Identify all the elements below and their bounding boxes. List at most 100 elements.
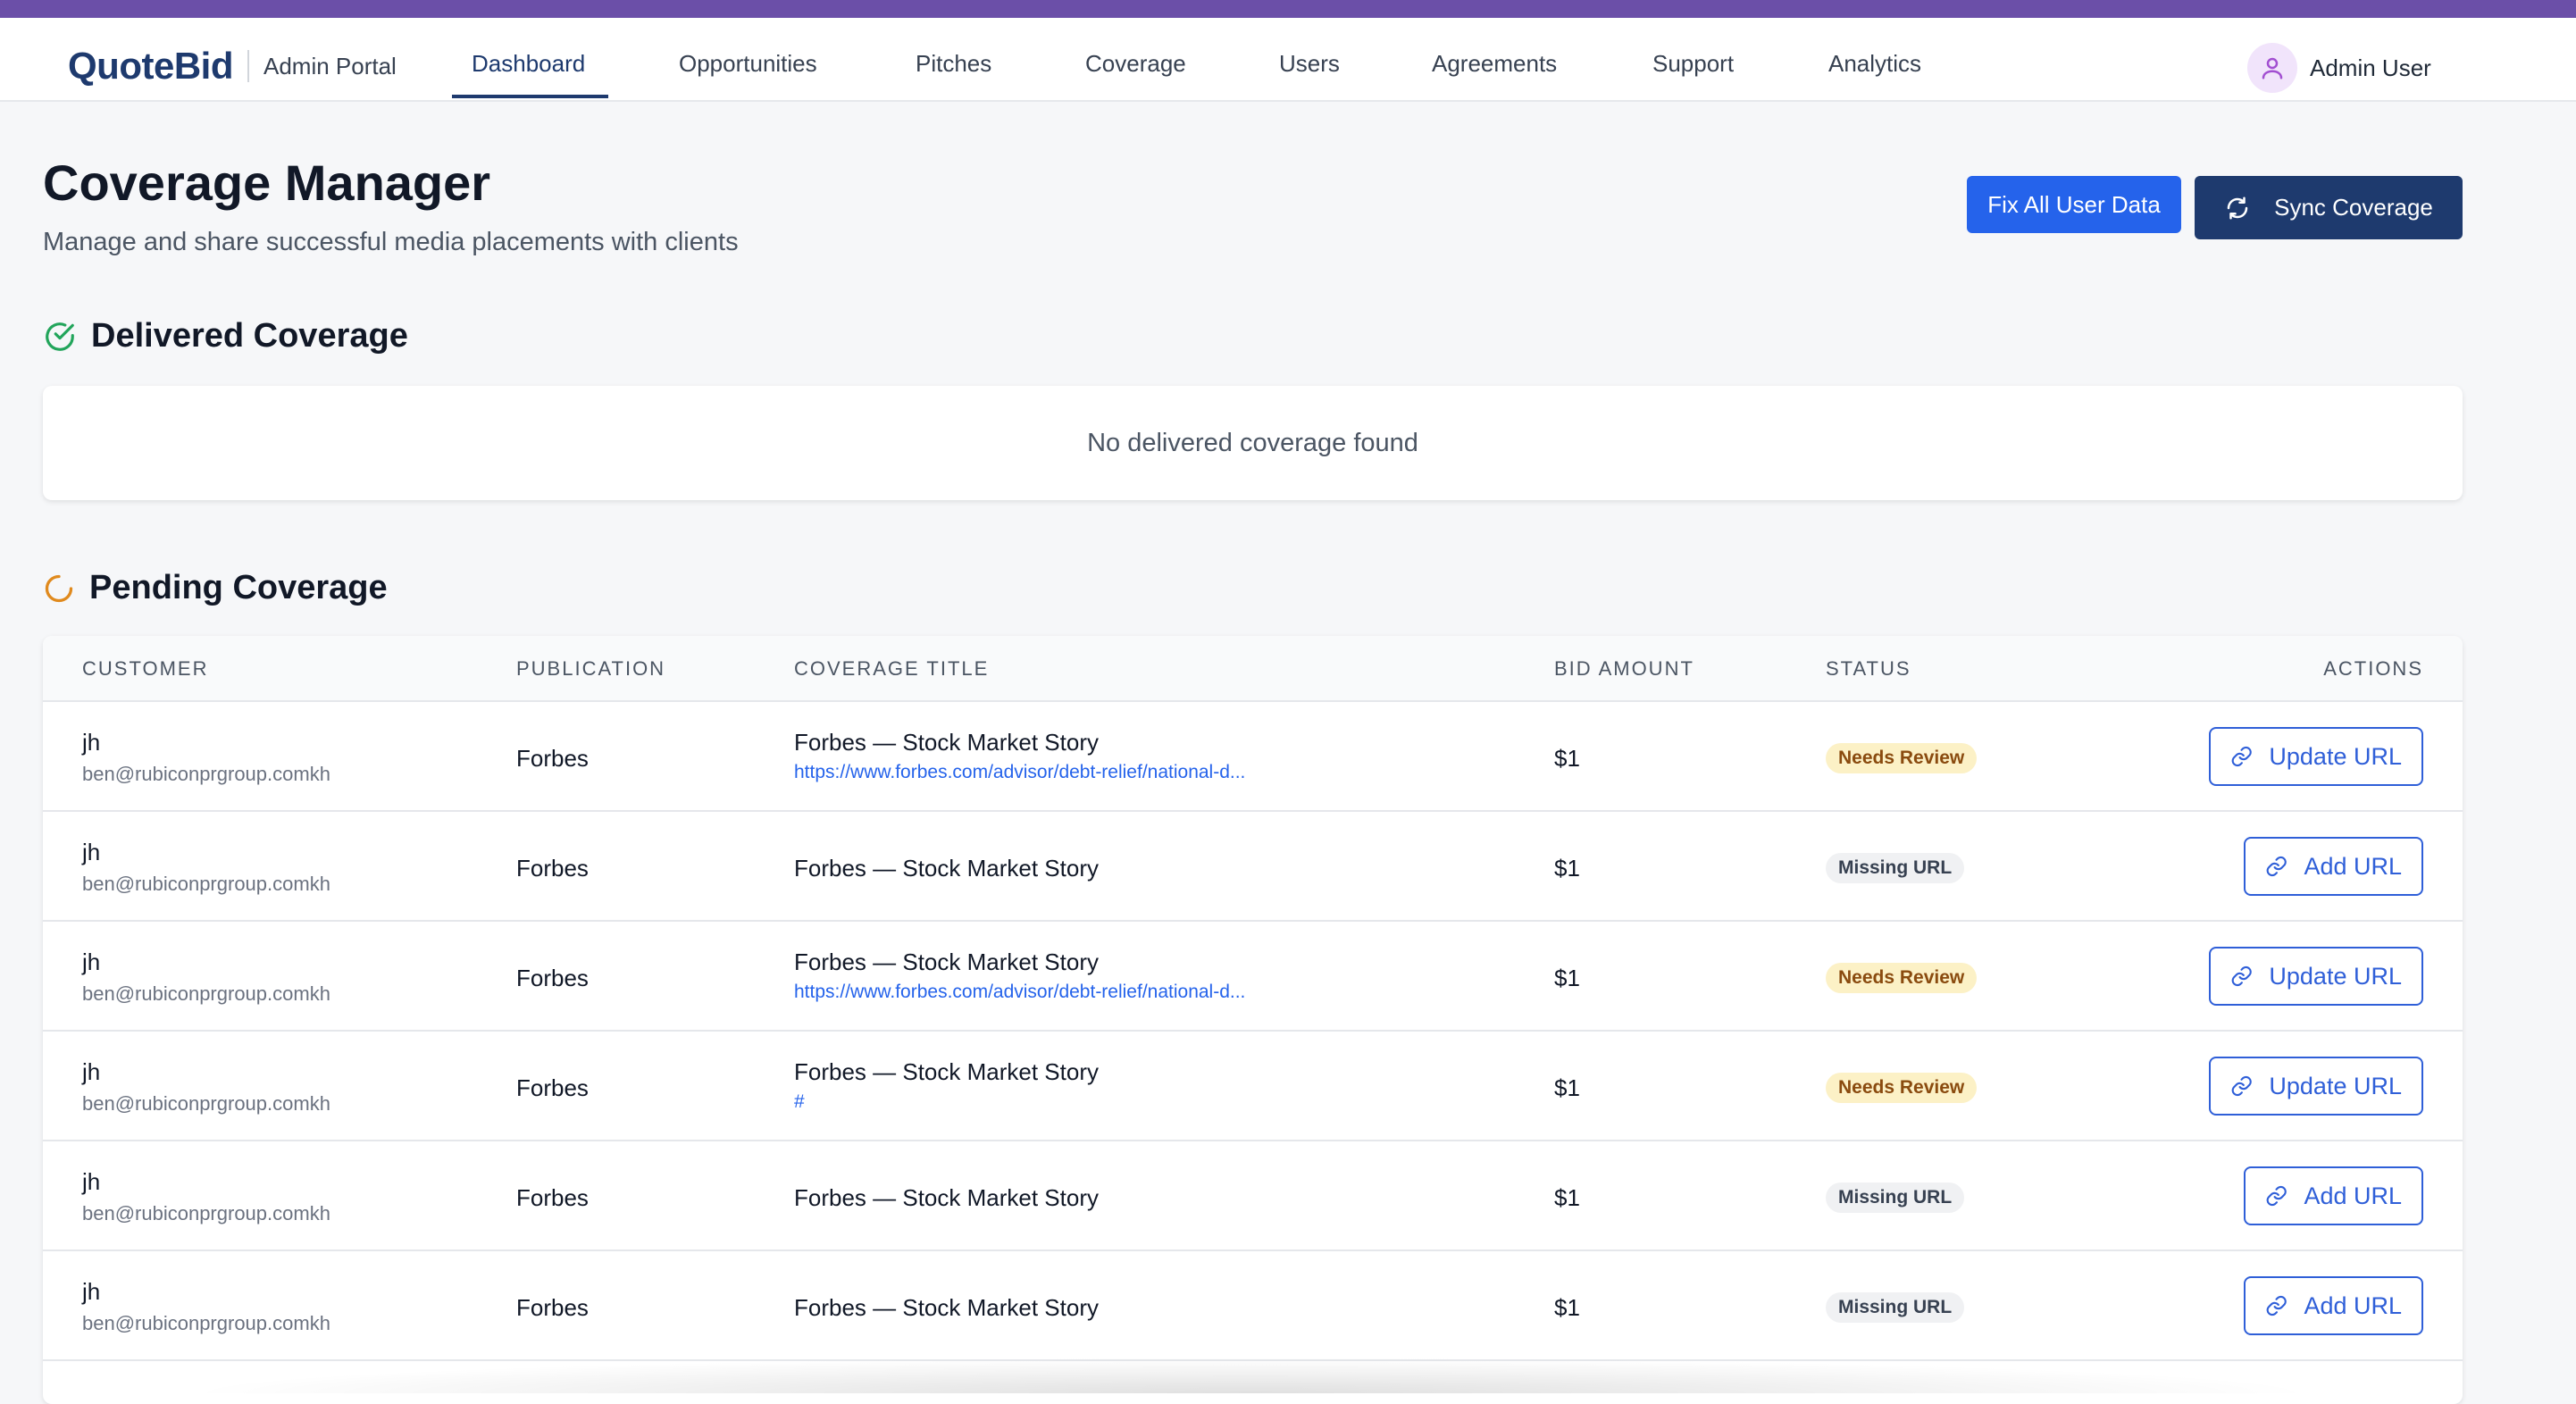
table-row: jh ben@rubiconprgroup.comkh Forbes Forbe… xyxy=(43,812,2463,922)
nav-opportunities[interactable]: Opportunities xyxy=(679,50,817,78)
empty-message: No delivered coverage found xyxy=(1087,428,1418,457)
coverage-title: Forbes — Stock Market Story xyxy=(794,729,1099,756)
status-badge: Missing URL xyxy=(1826,853,1965,883)
coverage-title: Forbes — Stock Market Story xyxy=(794,1058,1099,1085)
bid-amount: $1 xyxy=(1554,1184,1580,1211)
user-icon xyxy=(2262,57,2283,79)
nav-coverage[interactable]: Coverage xyxy=(1085,50,1186,78)
status-badge: Needs Review xyxy=(1826,963,1978,993)
link-icon xyxy=(2266,1185,2287,1207)
publication: Forbes xyxy=(516,1074,589,1101)
user-menu[interactable]: Admin User xyxy=(2247,43,2431,93)
publication: Forbes xyxy=(516,855,589,882)
link-icon xyxy=(2266,1295,2287,1316)
customer-email: ben@rubiconprgroup.comkh xyxy=(82,873,330,895)
link-icon xyxy=(2231,965,2252,987)
customer-name: jh xyxy=(82,1168,101,1195)
publication: Forbes xyxy=(516,1294,589,1321)
link-icon xyxy=(2231,746,2252,767)
customer-name: jh xyxy=(82,1278,101,1305)
action-label: Add URL xyxy=(2304,852,2402,880)
update-url-button[interactable]: Update URL xyxy=(2209,1057,2423,1116)
table-row: jh ben@rubiconprgroup.comkh Forbes Forbe… xyxy=(43,1141,2463,1251)
customer-email: ben@rubiconprgroup.comkh xyxy=(82,1312,330,1334)
nav-users[interactable]: Users xyxy=(1279,50,1340,78)
update-url-button[interactable]: Update URL xyxy=(2209,727,2423,786)
nav-pitches[interactable]: Pitches xyxy=(916,50,991,78)
bid-amount: $1 xyxy=(1554,1074,1580,1101)
status-badge: Missing URL xyxy=(1826,1292,1965,1323)
action-label: Update URL xyxy=(2269,1072,2402,1099)
nav-dashboard[interactable]: Dashboard xyxy=(472,50,585,78)
action-label: Add URL xyxy=(2304,1291,2402,1319)
customer-name: jh xyxy=(82,839,101,865)
coverage-url-link[interactable]: https://www.forbes.com/advisor/debt-reli… xyxy=(794,762,1245,783)
table-row: jh ben@rubiconprgroup.comkh Forbes Forbe… xyxy=(43,702,2463,812)
table-header: CUSTOMER PUBLICATION COVERAGE TITLE BID … xyxy=(43,636,2463,702)
bid-amount: $1 xyxy=(1554,855,1580,882)
page-title: Coverage Manager xyxy=(43,155,491,211)
customer-email: ben@rubiconprgroup.comkh xyxy=(82,763,330,785)
active-nav-indicator xyxy=(452,95,608,98)
status-badge: Needs Review xyxy=(1826,1073,1978,1103)
link-icon xyxy=(2231,1075,2252,1097)
customer-name: jh xyxy=(82,729,101,756)
col-customer: CUSTOMER xyxy=(82,657,209,680)
delivered-empty-state: No delivered coverage found xyxy=(43,386,2463,500)
pending-coverage-table: CUSTOMER PUBLICATION COVERAGE TITLE BID … xyxy=(43,636,2463,1404)
scroll-shadow xyxy=(179,1358,2322,1393)
action-label: Update URL xyxy=(2269,742,2402,770)
user-name: Admin User xyxy=(2310,54,2431,81)
check-circle-icon xyxy=(46,322,74,351)
sync-coverage-label: Sync Coverage xyxy=(2274,194,2433,221)
add-url-button[interactable]: Add URL xyxy=(2244,837,2423,896)
delivered-section-header: Delivered Coverage xyxy=(43,317,408,355)
col-status: STATUS xyxy=(1826,657,1911,680)
bid-amount: $1 xyxy=(1554,745,1580,772)
customer-name: jh xyxy=(82,949,101,975)
avatar[interactable] xyxy=(2247,43,2297,93)
customer-email: ben@rubiconprgroup.comkh xyxy=(82,982,330,1005)
publication: Forbes xyxy=(516,745,589,772)
customer-email: ben@rubiconprgroup.comkh xyxy=(82,1092,330,1115)
sync-coverage-button[interactable]: Sync Coverage xyxy=(2195,176,2463,239)
app-header: QuoteBid Admin Portal Dashboard Opportun… xyxy=(0,18,2576,102)
add-url-button[interactable]: Add URL xyxy=(2244,1276,2423,1335)
table-row: jh ben@rubiconprgroup.comkh Forbes Forbe… xyxy=(43,1032,2463,1141)
page-subtitle: Manage and share successful media placem… xyxy=(43,228,739,256)
nav-analytics[interactable]: Analytics xyxy=(1828,50,1921,78)
status-badge: Needs Review xyxy=(1826,743,1978,773)
coverage-url-link[interactable]: # xyxy=(794,1091,805,1113)
customer-email: ben@rubiconprgroup.comkh xyxy=(82,1202,330,1224)
fix-all-user-data-button[interactable]: Fix All User Data xyxy=(1967,176,2181,233)
customer-name: jh xyxy=(82,1058,101,1085)
main-nav: Dashboard Opportunities Pitches Coverage… xyxy=(0,18,2576,102)
publication: Forbes xyxy=(516,1184,589,1211)
status-badge: Missing URL xyxy=(1826,1183,1965,1213)
col-actions: ACTIONS xyxy=(2323,657,2423,680)
top-accent-bar xyxy=(0,0,2576,18)
col-bid-amount: BID AMOUNT xyxy=(1554,657,1694,680)
col-publication: PUBLICATION xyxy=(516,657,666,680)
coverage-title: Forbes — Stock Market Story xyxy=(794,949,1099,975)
coverage-url-link[interactable]: https://www.forbes.com/advisor/debt-reli… xyxy=(794,982,1245,1003)
nav-support[interactable]: Support xyxy=(1652,50,1734,78)
table-row: jh ben@rubiconprgroup.comkh Forbes Forbe… xyxy=(43,922,2463,1032)
coverage-title: Forbes — Stock Market Story xyxy=(794,1184,1099,1211)
update-url-button[interactable]: Update URL xyxy=(2209,947,2423,1006)
publication: Forbes xyxy=(516,965,589,991)
pending-section-header: Pending Coverage xyxy=(43,569,388,607)
delivered-section-title: Delivered Coverage xyxy=(91,317,408,355)
refresh-icon xyxy=(2227,196,2248,219)
bid-amount: $1 xyxy=(1554,965,1580,991)
add-url-button[interactable]: Add URL xyxy=(2244,1166,2423,1225)
bid-amount: $1 xyxy=(1554,1294,1580,1321)
loader-icon xyxy=(45,574,73,602)
table-row: jh ben@rubiconprgroup.comkh Forbes Forbe… xyxy=(43,1251,2463,1361)
col-coverage-title: COVERAGE TITLE xyxy=(794,657,990,680)
nav-agreements[interactable]: Agreements xyxy=(1432,50,1557,78)
coverage-title: Forbes — Stock Market Story xyxy=(794,1294,1099,1321)
fix-all-user-data-label: Fix All User Data xyxy=(1987,190,2161,218)
pending-section-title: Pending Coverage xyxy=(89,569,388,606)
action-label: Update URL xyxy=(2269,962,2402,990)
